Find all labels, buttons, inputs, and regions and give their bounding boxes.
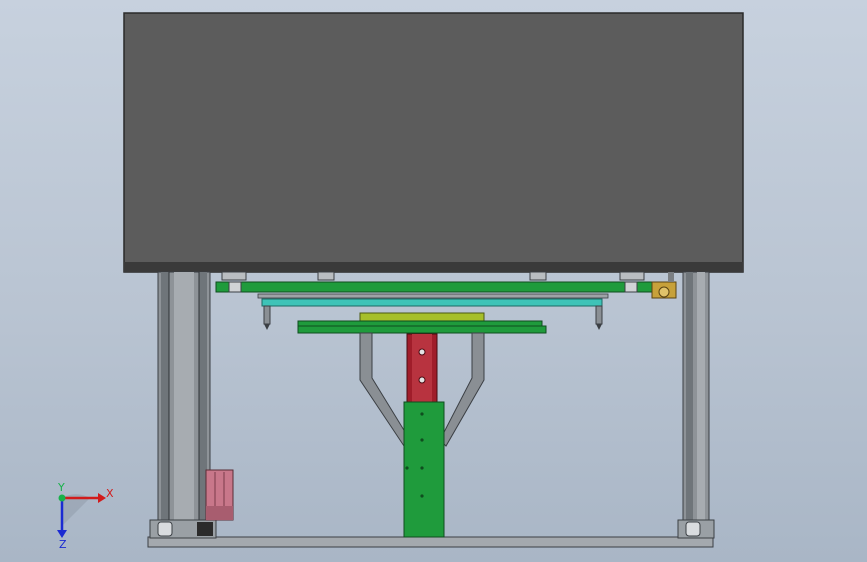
x-axis-arrow — [98, 493, 106, 503]
base-plate[interactable] — [147, 536, 714, 548]
cad-viewport[interactable] — [0, 0, 867, 562]
z-axis-arrow — [57, 530, 67, 538]
right-foot[interactable] — [677, 519, 715, 539]
top-enclosure-box[interactable] — [123, 12, 744, 273]
pink-motor-unit[interactable] — [205, 469, 234, 521]
brass-fitting[interactable] — [651, 272, 677, 299]
lower-green-plate[interactable] — [297, 320, 547, 334]
upper-green-rail[interactable] — [215, 281, 661, 293]
support-bracket-left[interactable] — [359, 332, 411, 447]
green-lift-column[interactable] — [403, 401, 445, 538]
orientation-triad: X Y Z — [57, 481, 114, 548]
bearing-blocks[interactable] — [221, 271, 645, 281]
left-foot[interactable] — [149, 519, 217, 539]
x-axis-label: X — [106, 487, 114, 500]
y-axis-dot — [58, 494, 66, 502]
y-axis-label: Y — [57, 481, 65, 494]
red-slide-block[interactable] — [406, 333, 438, 403]
z-axis-label: Z — [59, 538, 67, 548]
cyan-plate[interactable] — [257, 293, 609, 307]
right-column-frame[interactable] — [682, 271, 710, 523]
support-bracket-right[interactable] — [439, 332, 485, 447]
left-column-frame[interactable] — [157, 271, 211, 523]
